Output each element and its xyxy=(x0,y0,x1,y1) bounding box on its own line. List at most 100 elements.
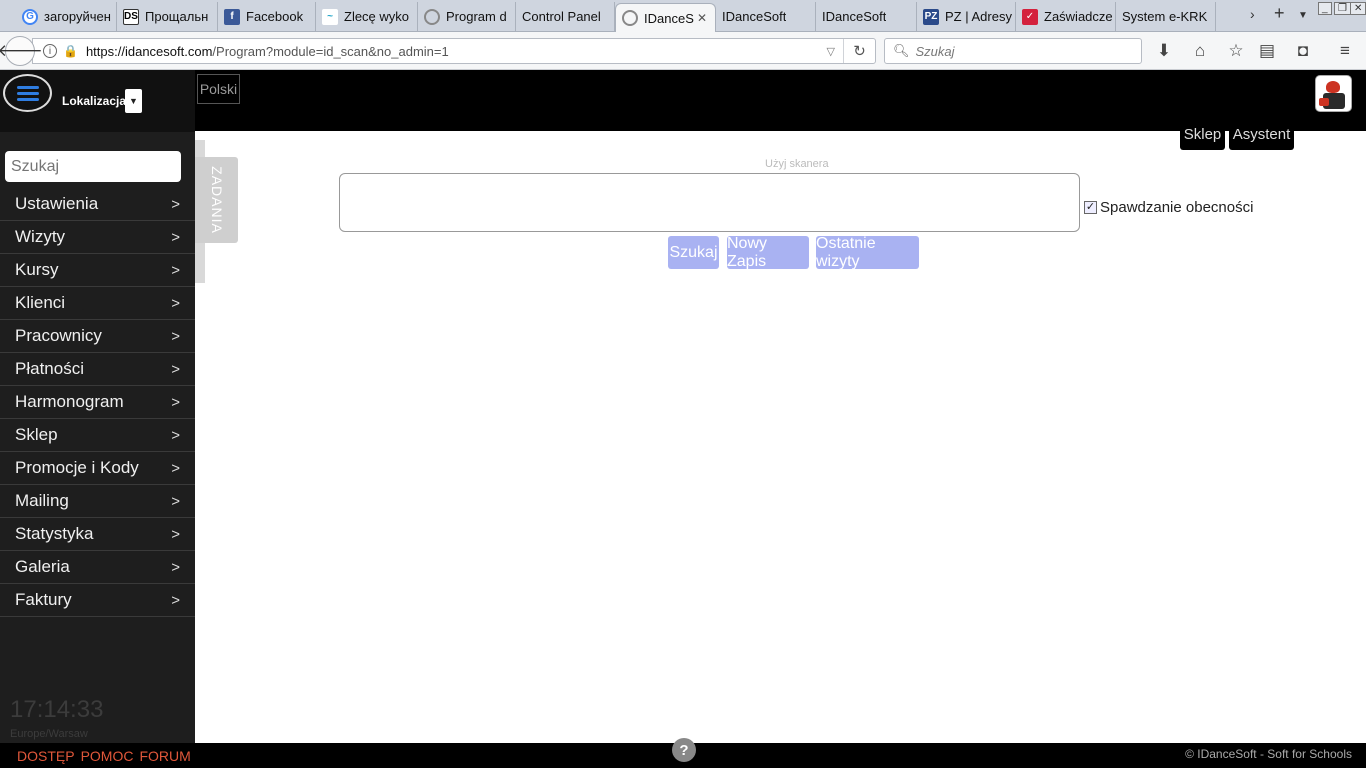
browser-tab[interactable]: DS Прощальн xyxy=(117,2,218,31)
tab-title: IDanceS xyxy=(644,10,694,26)
browser-tab[interactable]: Gзагоруйчен xyxy=(16,2,117,31)
browser-tab[interactable]: ~ Zlecę wyko xyxy=(316,2,418,31)
chevron-right-icon: > xyxy=(171,558,180,576)
scanner-input[interactable] xyxy=(339,173,1080,232)
tab-title: Control Panel xyxy=(522,9,601,24)
new-entry-button[interactable]: Nowy Zapis xyxy=(727,235,809,270)
chevron-right-icon: > xyxy=(171,327,180,345)
back-arrow-icon: 🡐 xyxy=(0,41,43,60)
tab-title: Прощальн xyxy=(145,9,209,24)
sidebar-item-mailing[interactable]: Mailing > xyxy=(0,485,195,518)
sidebar-item-label: Promocje i Kody xyxy=(15,458,139,477)
tab-title: IDanceSoft xyxy=(822,9,887,24)
tab-title: System e-KRK xyxy=(1122,9,1208,24)
sidebar-item-harmonogram[interactable]: Harmonogram > xyxy=(0,386,195,419)
browser-tab[interactable]: f Facebook xyxy=(218,2,316,31)
sidebar-item-wizyty[interactable]: Wizyty > xyxy=(0,221,195,254)
browser-tab[interactable]: IDanceSoft xyxy=(716,2,816,31)
sidebar-item-label: Mailing xyxy=(15,491,69,510)
tab-title: IDanceSoft xyxy=(722,9,787,24)
tab-title: Program d xyxy=(446,9,507,24)
url-bar[interactable]: i 🔒 https://idancesoft.com/Program?modul… xyxy=(32,38,876,64)
search-button[interactable]: Szukaj xyxy=(668,236,719,269)
home-icon[interactable]: ⌂ xyxy=(1189,40,1211,62)
back-button[interactable]: 🡐 xyxy=(0,36,43,66)
tab-favicon-icon: ~ xyxy=(322,8,338,25)
window-close-icon[interactable]: ✕ xyxy=(1350,2,1366,15)
tab-close-icon[interactable]: ✕ xyxy=(697,11,707,25)
copyright: © IDanceSoft - Soft for Schools xyxy=(1185,747,1352,761)
window-restore-icon[interactable]: ❐ xyxy=(1334,2,1351,15)
footer-link-1[interactable]: POMOC xyxy=(81,748,134,764)
browser-tab-strip: Gзагоруйчен DS Прощальн f Facebook ~ Zlecę wyk… xyxy=(0,0,1366,32)
app-window: Gзагоруйчен DS Прощальн f Facebook ~ Zlecę wyk… xyxy=(0,0,1366,768)
sidebar: Lokalizacja ▼ Ustawienia>Wizyty>Kursy>Kl… xyxy=(0,70,195,743)
browser-tab[interactable]: IDanceSoft xyxy=(816,2,917,31)
chevron-right-icon: > xyxy=(171,360,180,378)
avatar[interactable] xyxy=(1315,75,1352,112)
sidebar-item-pracownicy[interactable]: Pracownicy > xyxy=(0,320,195,353)
site-info-icon[interactable]: i xyxy=(43,44,57,58)
recent-visits-button[interactable]: Ostatnie wizyty xyxy=(816,235,919,270)
tab-favicon-icon: DS xyxy=(123,8,139,25)
window-minimize-icon[interactable]: _ xyxy=(1318,2,1332,15)
browser-tab[interactable]: ✓ Zaświadcze xyxy=(1016,2,1116,31)
tabs-list-icon[interactable]: ▼ xyxy=(1298,10,1308,21)
browser-tab[interactable]: IDanceS ✕ xyxy=(615,3,716,32)
sidebar-item-klienci[interactable]: Klienci > xyxy=(0,287,195,320)
pocket-icon[interactable]: ◘ xyxy=(1292,40,1314,62)
location-select[interactable]: ▼ xyxy=(125,89,142,113)
sidebar-item-label: Ustawienia xyxy=(15,194,99,213)
download-icon[interactable]: ⬇ xyxy=(1153,40,1175,62)
sidebar-item-sklep[interactable]: Sklep > xyxy=(0,419,195,452)
sidebar-item-płatności[interactable]: Płatności > xyxy=(0,353,195,386)
tabs-scroll-right-icon[interactable]: › xyxy=(1250,6,1255,22)
sidebar-item-label: Klienci xyxy=(15,293,66,312)
sidebar-item-statystyka[interactable]: Statystyka > xyxy=(0,518,195,551)
browser-tab[interactable]: PZ PZ | Adresy xyxy=(917,2,1016,31)
menu-toggle-logo-icon[interactable] xyxy=(3,74,52,112)
scanner-label: Użyj skanera xyxy=(765,158,829,170)
chevron-right-icon: > xyxy=(171,261,180,279)
sidebar-item-faktury[interactable]: Faktury > xyxy=(0,584,195,617)
url-host: https://idancesoft.com xyxy=(85,43,213,59)
attendance-checkbox[interactable]: ✓ xyxy=(1084,201,1097,214)
browser-tab[interactable]: System e-KRK xyxy=(1116,2,1216,31)
sidebar-item-label: Pracownicy xyxy=(15,326,102,345)
location-label: Lokalizacja xyxy=(62,94,127,108)
footer-link-0[interactable]: DOSTĘP xyxy=(17,748,75,764)
browser-search-input[interactable]: 🔍︎ Szukaj xyxy=(884,38,1142,64)
browser-menu-icon[interactable]: ≡ xyxy=(1334,40,1356,62)
lock-icon: 🔒 xyxy=(63,44,78,58)
reading-list-icon[interactable]: ▤ xyxy=(1256,40,1278,62)
chevron-right-icon: > xyxy=(171,228,180,246)
tab-favicon-icon: PZ xyxy=(923,8,939,25)
sidebar-item-label: Płatności xyxy=(15,359,84,378)
tasks-tab[interactable]: ZADANIA xyxy=(195,157,238,243)
language-selector[interactable]: Polski xyxy=(197,74,240,104)
reload-icon[interactable]: ↻ xyxy=(843,39,875,63)
footer-link-2[interactable]: FORUM xyxy=(139,748,190,764)
chevron-right-icon: > xyxy=(171,393,180,411)
chevron-right-icon: > xyxy=(171,492,180,510)
browser-tab[interactable]: Control Panel xyxy=(516,2,615,31)
chevron-right-icon: > xyxy=(171,459,180,477)
sidebar-search-input[interactable] xyxy=(5,151,181,182)
browser-tab[interactable]: Program d xyxy=(418,2,516,31)
sidebar-item-kursy[interactable]: Kursy > xyxy=(0,254,195,287)
bookmark-star-icon[interactable]: ☆ xyxy=(1225,40,1247,62)
sidebar-item-ustawienia[interactable]: Ustawienia > xyxy=(0,188,195,221)
sidebar-item-promocje-i-kody[interactable]: Promocje i Kody > xyxy=(0,452,195,485)
assistant-button[interactable]: Asystent xyxy=(1229,118,1294,150)
new-tab-icon[interactable]: + xyxy=(1274,3,1285,24)
tasks-tab-label: ZADANIA xyxy=(208,166,225,234)
tab-favicon-icon: ✓ xyxy=(1022,8,1038,25)
sidebar-item-galeria[interactable]: Galeria > xyxy=(0,551,195,584)
help-icon[interactable]: ? xyxy=(672,738,696,762)
search-icon: 🔍︎ xyxy=(893,43,910,58)
sidebar-item-label: Wizyty xyxy=(15,227,66,246)
url-history-dropdown-icon[interactable]: ▽ xyxy=(827,45,835,58)
shop-button[interactable]: Sklep xyxy=(1180,118,1225,150)
sidebar-item-label: Faktury xyxy=(15,590,72,609)
sidebar-header: Lokalizacja ▼ xyxy=(0,70,195,132)
